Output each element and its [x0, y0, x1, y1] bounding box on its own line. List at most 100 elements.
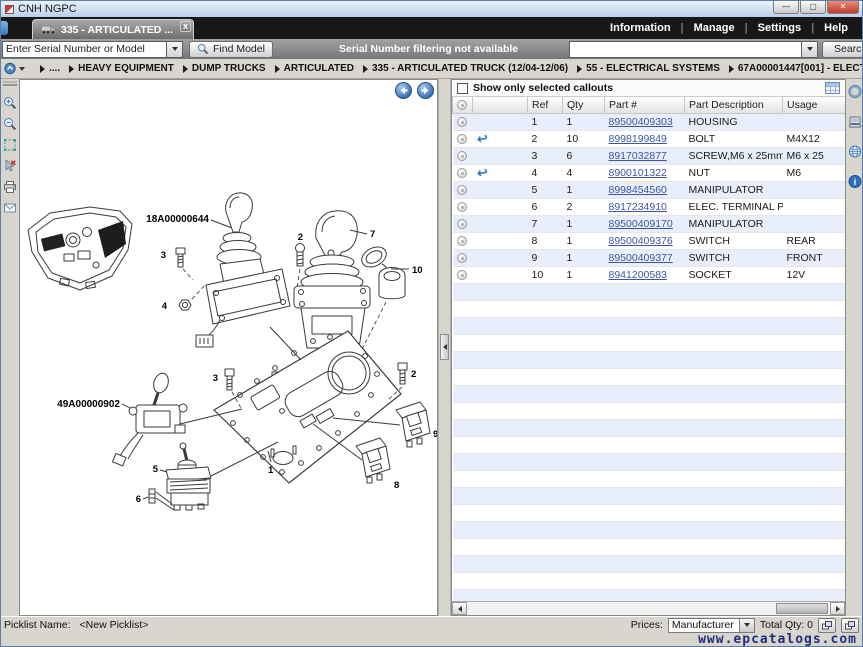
replacement-arrow-icon[interactable]: ↩: [476, 131, 489, 145]
serial-model-dropdown-button[interactable]: [166, 41, 183, 58]
col-description[interactable]: Part Description: [685, 97, 783, 113]
search-input[interactable]: [569, 41, 801, 58]
replacement-arrow-icon[interactable]: ↩: [476, 165, 489, 179]
picklist-value[interactable]: <New Picklist>: [80, 619, 149, 631]
search-button[interactable]: Search: [822, 41, 863, 58]
part-number-link[interactable]: 89500409303: [609, 116, 673, 128]
parts-row[interactable]: 368917032877SCREW,M6 x 25mmM6 x 25: [453, 147, 846, 164]
horizontal-scrollbar[interactable]: [452, 601, 845, 615]
breadcrumb-item[interactable]: HEAVY EQUIPMENT: [78, 63, 174, 74]
serial-model-input[interactable]: [2, 41, 166, 58]
breadcrumb-item[interactable]: DUMP TRUCKS: [192, 63, 266, 74]
part-number-link[interactable]: 8998199849: [609, 133, 667, 145]
maximize-button[interactable]: ▢: [800, 1, 826, 14]
part-number-link[interactable]: 8941200583: [609, 269, 667, 281]
menu-settings[interactable]: Settings: [748, 22, 811, 34]
select-callout-radio[interactable]: [457, 236, 467, 246]
scroll-left-button[interactable]: [452, 602, 467, 615]
prices-select[interactable]: Manufacturer: [668, 618, 755, 633]
scrollbar-thumb[interactable]: [776, 603, 828, 614]
email-button[interactable]: [3, 201, 17, 215]
part-number-link[interactable]: 8917234910: [609, 201, 667, 213]
col-usage[interactable]: Usage: [783, 97, 846, 113]
select-callout-radio[interactable]: [457, 202, 467, 212]
part-number-link[interactable]: 89500409377: [609, 252, 673, 264]
close-button[interactable]: ✕: [827, 1, 859, 14]
part-number-link[interactable]: 8917032877: [609, 150, 667, 162]
back-button[interactable]: [395, 82, 412, 99]
breadcrumb-item[interactable]: 335 - ARTICULATED TRUCK (12/04-12/06): [372, 63, 568, 74]
menu-manage[interactable]: Manage: [684, 22, 745, 34]
nut-callout-4[interactable]: [179, 284, 206, 310]
menu-information[interactable]: Information: [600, 22, 681, 34]
ring-tool-button[interactable]: [848, 84, 862, 98]
table-view-icon[interactable]: [825, 82, 840, 94]
breadcrumb-item[interactable]: 55 - ELECTRICAL SYSTEMS: [586, 63, 720, 74]
prices-value[interactable]: Manufacturer: [668, 618, 740, 633]
diagram-panel[interactable]: 18A00000644: [19, 79, 438, 616]
tab-scroll-button[interactable]: [1, 21, 8, 35]
select-callout-radio[interactable]: [457, 151, 467, 161]
prices-dropdown-button[interactable]: [740, 618, 755, 633]
console-housing[interactable]: [28, 207, 132, 290]
select-callout-radio[interactable]: [457, 117, 467, 127]
computer-tool-button[interactable]: [848, 114, 862, 128]
panel-splitter[interactable]: [438, 79, 451, 616]
parts-row[interactable]: 518998454560MANIPULATOR: [453, 181, 846, 198]
parts-row[interactable]: 628917234910ELEC. TERMINAL PIN: [453, 198, 846, 215]
gear-shift-manipulator[interactable]: [196, 193, 290, 347]
scrollbar-track[interactable]: [467, 602, 830, 615]
breadcrumb-item[interactable]: ARTICULATED: [284, 63, 354, 74]
export-window-button[interactable]: [841, 618, 859, 633]
tab-335-articulated[interactable]: 335 - ARTICULATED ... x: [32, 19, 194, 39]
parts-row[interactable]: 8189500409376SWITCHREAR: [453, 232, 846, 249]
parts-row[interactable]: ↩2108998199849BOLTM4X12: [453, 130, 846, 147]
parts-row[interactable]: ↩448900101322NUTM6: [453, 164, 846, 181]
col-ref[interactable]: Ref: [528, 97, 563, 113]
screw-callout-3[interactable]: [176, 248, 193, 280]
parts-row[interactable]: 1189500409303HOUSING: [453, 113, 846, 130]
col-part[interactable]: Part #: [605, 97, 685, 113]
splitter-collapse-handle[interactable]: [440, 334, 449, 360]
print-button[interactable]: [3, 180, 17, 194]
select-callout-radio[interactable]: [457, 134, 467, 144]
select-callout-radio[interactable]: [457, 168, 467, 178]
select-callout-radio[interactable]: [457, 270, 467, 280]
menu-help[interactable]: Help: [814, 22, 858, 34]
scroll-right-button[interactable]: [830, 602, 845, 615]
zoom-out-button[interactable]: [3, 117, 17, 131]
select-callout-radio[interactable]: [457, 219, 467, 229]
nav-tree-icon[interactable]: [4, 62, 17, 75]
info-tool-button[interactable]: i: [848, 174, 862, 188]
deselect-button[interactable]: [3, 159, 17, 173]
chevron-left-icon: [443, 344, 447, 350]
zoom-region-button[interactable]: [3, 138, 17, 152]
find-model-button[interactable]: Find Model: [189, 41, 273, 58]
part-number-link[interactable]: 8998454560: [609, 184, 667, 196]
parts-row[interactable]: 1018941200583SOCKET12V: [453, 266, 846, 283]
search-button-label: Search: [834, 43, 863, 55]
globe-tool-button[interactable]: [848, 144, 862, 158]
picklist-window-button[interactable]: [818, 618, 836, 633]
toolbar-grip[interactable]: [3, 81, 17, 86]
tab-close-icon[interactable]: x: [180, 21, 191, 32]
part-number-link[interactable]: 8900101322: [609, 167, 667, 179]
select-callout-radio[interactable]: [457, 253, 467, 263]
breadcrumb-separator-icon: [183, 65, 188, 73]
part-number-link[interactable]: 89500409376: [609, 235, 673, 247]
breadcrumb-item[interactable]: 67A00001447[001] - ELECTRICAL EQUIPMENTS…: [738, 63, 862, 74]
parts-diagram[interactable]: 18A00000644: [20, 80, 437, 615]
select-callout-radio[interactable]: [457, 185, 467, 195]
search-icon: [197, 43, 209, 55]
search-dropdown-button[interactable]: [801, 41, 818, 58]
forward-button[interactable]: [417, 82, 434, 99]
part-number-link[interactable]: 89500409170: [609, 218, 673, 230]
parts-row[interactable]: 9189500409377SWITCHFRONT: [453, 249, 846, 266]
breadcrumb-item[interactable]: ....: [49, 63, 60, 74]
show-selected-checkbox[interactable]: [457, 83, 468, 94]
col-qty[interactable]: Qty: [563, 97, 605, 113]
zoom-in-button[interactable]: [3, 96, 17, 110]
chevron-down-icon[interactable]: [19, 67, 25, 71]
minimize-button[interactable]: —: [773, 1, 799, 14]
parts-row[interactable]: 7189500409170MANIPULATOR: [453, 215, 846, 232]
